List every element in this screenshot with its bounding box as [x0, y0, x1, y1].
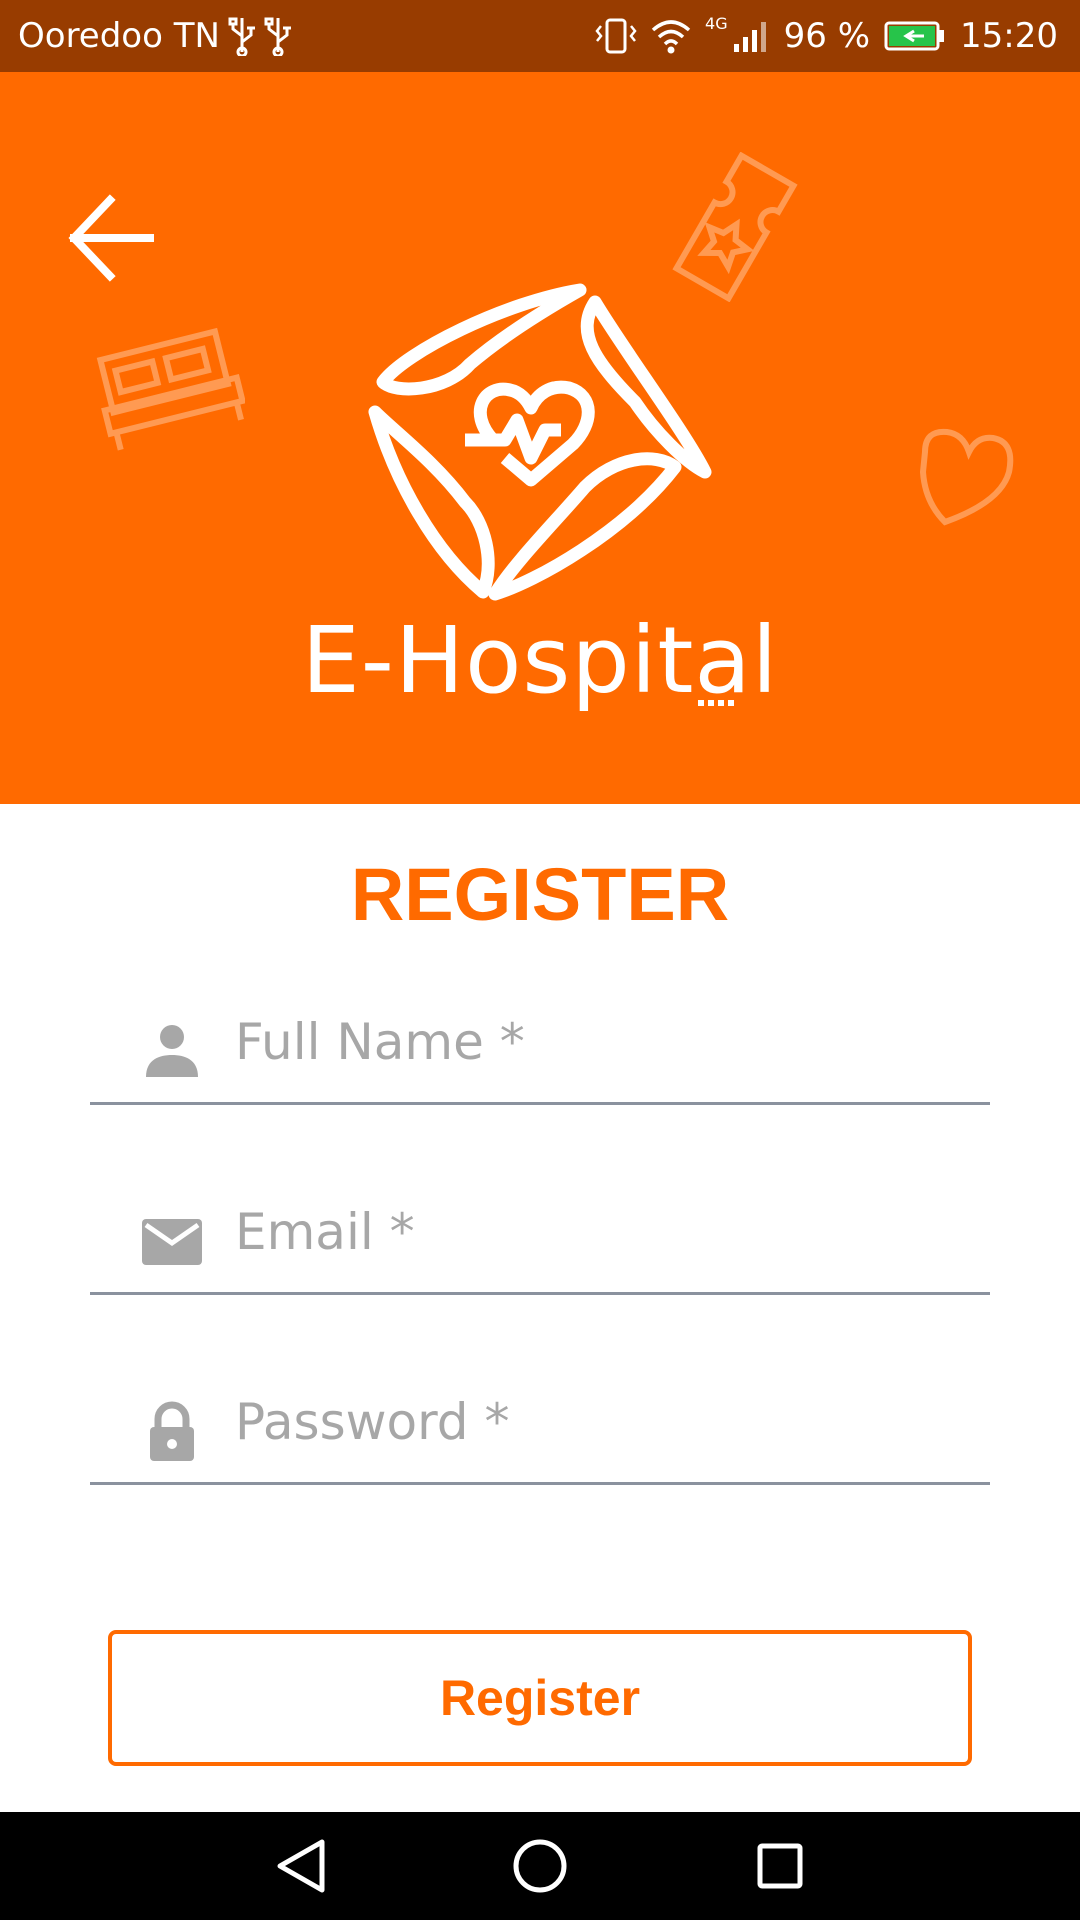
- back-triangle-icon[interactable]: [270, 1834, 334, 1898]
- home-circle-icon[interactable]: [508, 1834, 572, 1898]
- signal-icon: [733, 22, 766, 52]
- back-arrow-icon[interactable]: [62, 188, 162, 288]
- status-bar: Ooredoo TN 4G 96 % 15:20: [0, 0, 1080, 72]
- password-field[interactable]: Password *: [90, 1375, 990, 1485]
- full-name-placeholder: Full Name *: [235, 1013, 525, 1071]
- vibrate-icon: [595, 18, 637, 54]
- wifi-icon: [651, 20, 691, 54]
- carrier-name: Ooredoo TN: [18, 16, 220, 56]
- field-underline: [90, 1292, 990, 1295]
- lock-icon: [150, 1401, 194, 1461]
- status-right: 4G 96 % 15:20: [595, 0, 1058, 72]
- battery-percent: 96 %: [783, 16, 871, 56]
- email-placeholder: Email *: [235, 1203, 415, 1261]
- field-underline: [90, 1102, 990, 1105]
- usb-icon: [228, 17, 255, 56]
- navigation-bar: [0, 1812, 1080, 1920]
- status-left: Ooredoo TN: [18, 0, 292, 72]
- person-icon: [146, 1025, 198, 1077]
- brand-name: E-Hospital: [301, 607, 779, 714]
- mail-icon: [142, 1219, 202, 1265]
- register-button[interactable]: Register: [108, 1630, 972, 1766]
- network-type-label: 4G: [705, 14, 728, 33]
- header-banner: E-Hospital: [0, 72, 1080, 804]
- logo-heartbeat-icon: [368, 283, 712, 601]
- full-name-field[interactable]: Full Name *: [90, 995, 990, 1105]
- password-placeholder: Password *: [235, 1393, 510, 1451]
- heart-outline-icon: [919, 428, 1014, 526]
- recents-square-icon[interactable]: [748, 1834, 812, 1898]
- email-field[interactable]: Email *: [90, 1185, 990, 1295]
- field-underline: [90, 1482, 990, 1485]
- page-title: REGISTER: [350, 853, 730, 936]
- clock: 15:20: [960, 16, 1058, 56]
- bed-icon: [96, 327, 245, 451]
- brand-dots: [698, 700, 734, 706]
- usb-icon: [264, 17, 291, 56]
- battery-charging-icon: [884, 21, 945, 51]
